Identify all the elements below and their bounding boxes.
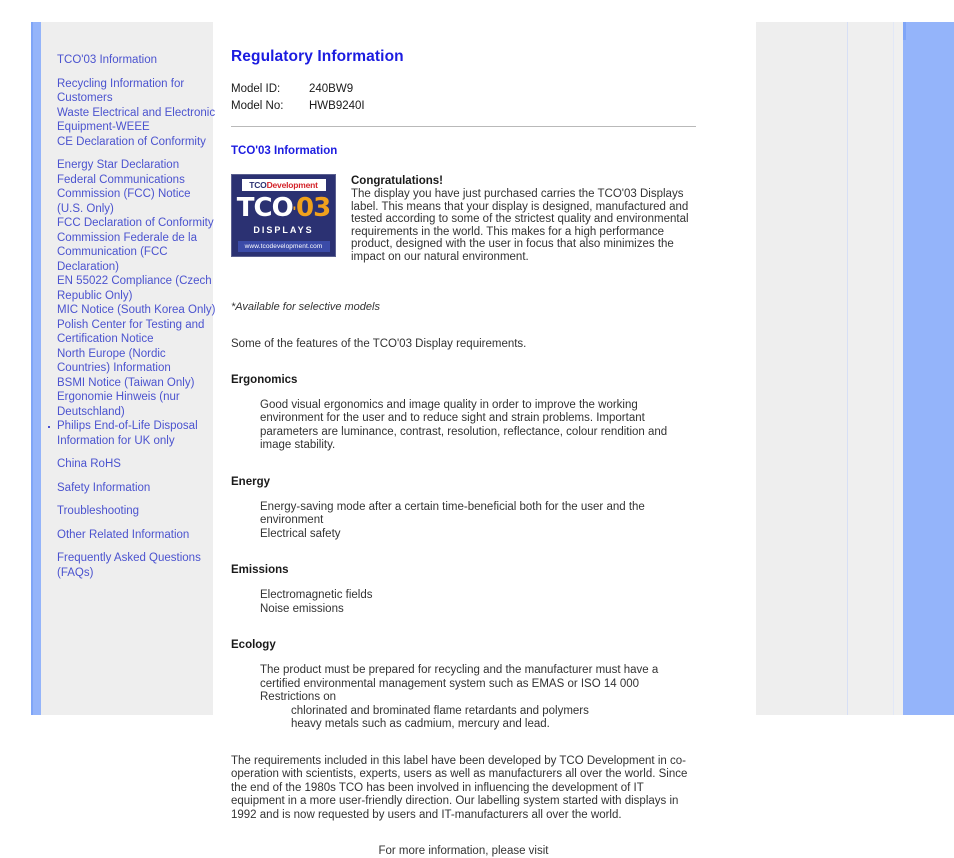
closing-paragraph: The requirements included in this label … [231, 754, 688, 821]
logo-and-congratulations-row: TCO Development TCO ' 03 DISPLAYS www.tcode… [231, 174, 696, 264]
ecology-line-2: Restrictions on [260, 691, 337, 704]
nav-group: Frequently Asked Questions (FAQs) [57, 551, 217, 580]
tco-mark-word: TCO [236, 193, 294, 223]
sidebar-item-uk-information[interactable]: Information for UK only [57, 434, 217, 449]
development-word: Development [266, 180, 318, 190]
congratulations-body: The display you have just purchased carr… [351, 188, 689, 263]
sidebar-item-tco03-information[interactable]: TCO'03 Information [57, 53, 217, 68]
subsection-heading-ergonomics: Ergonomics [231, 373, 298, 386]
model-no-value: HWB9240I [309, 100, 365, 112]
sidebar-item-other-related-information[interactable]: Other Related Information [57, 528, 217, 543]
nav-group: China RoHS [57, 457, 217, 472]
ecology-body: The product must be prepared for recycli… [260, 664, 696, 705]
ecology-sub-1: chlorinated and brominated flame retarda… [291, 704, 589, 717]
energy-line-1: Energy-saving mode after a certain time-… [260, 500, 645, 527]
congratulations-block: Congratulations! The display you have ju… [351, 174, 696, 264]
sidebar-navigation: TCO'03 Information Recycling Information… [48, 53, 217, 589]
subsection-heading-emissions: Emissions [231, 564, 289, 577]
right-band-inner [894, 22, 903, 715]
tco-mark-year: 03 [296, 193, 331, 223]
sidebar-item-energy-star[interactable]: Energy Star Declaration [57, 158, 217, 173]
sidebar-item-north-europe[interactable]: North Europe (Nordic Countries) Informat… [57, 347, 217, 376]
available-models-note: *Available for selective models [231, 300, 380, 313]
model-id-label: Model ID: [231, 83, 281, 95]
sidebar-item-philips-end-of-life[interactable]: Philips End-of-Life Disposal [48, 419, 217, 434]
tco-development-wordmark: TCO Development [241, 179, 326, 191]
emissions-line-1: Electromagnetic fields [260, 589, 373, 602]
features-intro-paragraph: Some of the features of the TCO'03 Displ… [231, 337, 527, 350]
emissions-line-2: Noise emissions [260, 602, 344, 615]
sidebar-item-en55022[interactable]: EN 55022 Compliance (Czech Republic Only… [57, 274, 217, 303]
tco-03-mark: TCO ' 03 [236, 193, 331, 223]
sidebar-item-safety-information[interactable]: Safety Information [57, 481, 217, 496]
sidebar-item-bsmi-notice[interactable]: BSMI Notice (Taiwan Only) [57, 376, 217, 391]
right-band-outer [756, 22, 847, 715]
energy-line-2: Electrical safety [260, 527, 341, 540]
sidebar-item-ergonomie-hinweis[interactable]: Ergonomie Hinweis (nur Deutschland) [57, 390, 217, 419]
main-article: Regulatory Information Model ID: 240BW9 … [231, 48, 696, 858]
nav-group: Recycling Information for Customers Wast… [57, 77, 217, 150]
tco03-displays-logo-icon: TCO Development TCO ' 03 DISPLAYS www.tcode… [231, 174, 336, 257]
tco-logo-body: TCO ' 03 DISPLAYS [235, 191, 332, 241]
energy-body: Energy-saving mode after a certain time-… [260, 501, 696, 542]
page-title: Regulatory Information [231, 48, 404, 65]
nav-group: Other Related Information [57, 528, 217, 543]
sidebar-item-recycling-information[interactable]: Recycling Information for Customers [57, 77, 217, 106]
subsection-heading-energy: Energy [231, 475, 270, 488]
tco-website-url: www.tcodevelopment.com [237, 241, 330, 252]
ergonomics-body: Good visual ergonomics and image quality… [260, 398, 668, 452]
sidebar-item-mic-notice[interactable]: MIC Notice (South Korea Only) [57, 303, 217, 318]
horizontal-divider [231, 126, 696, 127]
bullet-dot-icon [48, 426, 50, 428]
ecology-sublist: chlorinated and brominated flame retarda… [291, 705, 696, 732]
sidebar-item-troubleshooting[interactable]: Troubleshooting [57, 504, 217, 519]
sidebar-item-polish-center[interactable]: Polish Center for Testing and Certificat… [57, 318, 217, 347]
model-no-label: Model No: [231, 100, 284, 112]
right-accent-rail [903, 22, 954, 715]
tco-displays-word: DISPLAYS [253, 225, 314, 235]
sidebar-item-commission-federale[interactable]: Commission Federale de la Communication … [57, 231, 217, 275]
section-heading-tco03: TCO'03 Information [231, 145, 338, 157]
nav-group: Energy Star Declaration Federal Communic… [48, 158, 217, 449]
right-band-middle [848, 22, 893, 715]
ecology-line-1: The product must be prepared for recycli… [260, 664, 659, 690]
sidebar-item-fcc-notice[interactable]: Federal Communications Commission (FCC) … [57, 173, 217, 217]
sidebar-item-label: Philips End-of-Life Disposal [57, 420, 198, 432]
sidebar-item-ce-declaration[interactable]: CE Declaration of Conformity [57, 135, 217, 150]
sidebar-item-china-rohs[interactable]: China RoHS [57, 457, 217, 472]
nav-group: TCO'03 Information [57, 53, 217, 68]
left-accent-rail-edge [31, 22, 33, 715]
more-information-line: For more information, please visit [378, 845, 549, 858]
table-row: Model No: HWB9240I [231, 99, 365, 116]
tco-word: TCO [249, 180, 267, 190]
subsection-heading-ecology: Ecology [231, 639, 276, 652]
page-root: TCO'03 Information Recycling Information… [0, 0, 954, 857]
sidebar-item-fcc-declaration[interactable]: FCC Declaration of Conformity [57, 216, 217, 231]
sidebar-item-weee[interactable]: Waste Electrical and Electronic Equipmen… [57, 106, 217, 135]
emissions-body: Electromagnetic fields Noise emissions [260, 589, 696, 616]
nav-group: Troubleshooting [57, 504, 217, 519]
model-id-value: 240BW9 [309, 83, 354, 95]
congratulations-heading: Congratulations! [351, 175, 443, 187]
ecology-sub-2: heavy metals such as cadmium, mercury an… [291, 718, 550, 731]
table-row: Model ID: 240BW9 [231, 82, 365, 99]
right-accent-rail-edge [903, 22, 906, 40]
model-info-table: Model ID: 240BW9 Model No: HWB9240I [231, 82, 365, 116]
nav-group: Safety Information [57, 481, 217, 496]
sidebar-item-faqs[interactable]: Frequently Asked Questions (FAQs) [57, 551, 217, 580]
